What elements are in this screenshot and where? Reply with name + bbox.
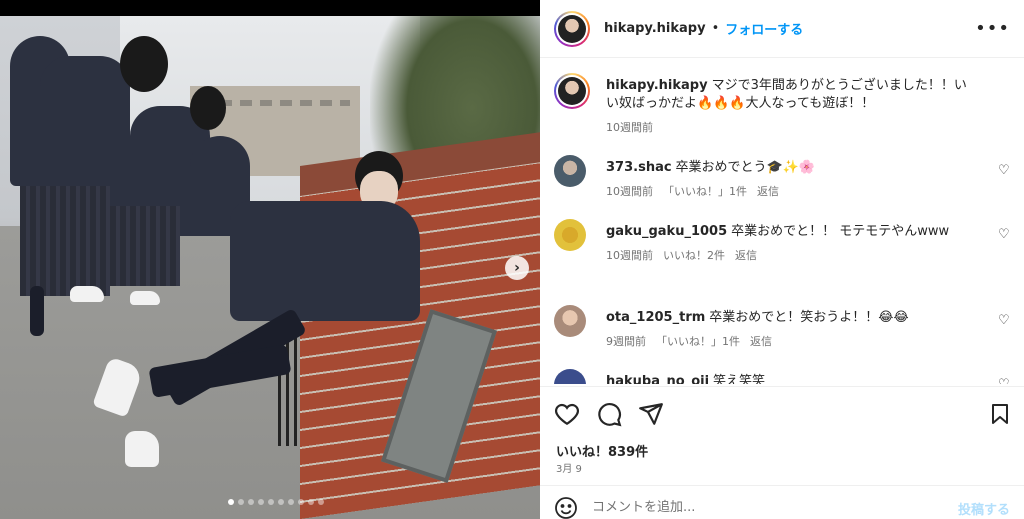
- instagram-post-modal: › hikapy.hikapy • フォローする ••• hikapy.hika…: [0, 0, 1024, 519]
- post-side-panel: hikapy.hikapy • フォローする ••• hikapy.hikapy…: [540, 0, 1024, 519]
- more-options-icon[interactable]: •••: [975, 18, 1010, 39]
- post-date[interactable]: 3月 9: [556, 460, 582, 475]
- emoji-smiley-icon[interactable]: [554, 496, 578, 519]
- comment-likes[interactable]: 「いいね！」1件: [663, 183, 747, 201]
- carousel-dot: [298, 499, 304, 505]
- comment-username[interactable]: ota_1205_trm: [606, 310, 705, 325]
- add-comment-input[interactable]: [592, 496, 922, 518]
- comment-time[interactable]: 9週間前: [606, 333, 646, 351]
- student-shoe: [130, 291, 160, 305]
- post-header: hikapy.hikapy • フォローする •••: [540, 0, 1024, 58]
- main-student-jacket: [230, 201, 420, 321]
- carousel-dot: [278, 499, 284, 505]
- header-separator: •: [711, 21, 720, 36]
- post-comment-button[interactable]: 投稿する: [958, 499, 1010, 518]
- caption-username[interactable]: hikapy.hikapy: [606, 78, 708, 93]
- add-comment-row: 投稿する: [540, 485, 1024, 519]
- carousel-next-button[interactable]: ›: [505, 256, 529, 280]
- commenter-avatar[interactable]: [554, 305, 586, 337]
- comment-username[interactable]: 373.shac: [606, 160, 672, 175]
- student-shoe: [70, 286, 104, 302]
- comment-text: 卒業おめでとう🎓✨🌸: [675, 160, 816, 175]
- comment-time[interactable]: 10週間前: [606, 183, 653, 201]
- student-head: [190, 86, 226, 130]
- carousel-dot: [228, 499, 234, 505]
- comment-meta: 10週間前 「いいね！」1件 返信: [606, 183, 976, 201]
- photo-canvas: [0, 16, 540, 519]
- student-leg: [30, 286, 44, 336]
- carousel-dot: [308, 499, 314, 505]
- comment-body: gaku_gaku_1005 卒業おめでと！！ モテモテやんwww 10週間前 い…: [606, 223, 976, 265]
- post-actions: いいね！839件 3月 9 投稿する: [540, 386, 1024, 519]
- caption-body: hikapy.hikapy マジで3年間ありがとうございました！！いい奴ばっかだよ…: [606, 77, 976, 137]
- comment-meta: 10週間前 いいね！2件 返信: [606, 247, 976, 265]
- commenter-avatar[interactable]: [554, 155, 586, 187]
- comments-list[interactable]: hikapy.hikapy マジで3年間ありがとうございました！！いい奴ばっかだよ…: [540, 59, 1024, 384]
- comment-time[interactable]: 10週間前: [606, 247, 653, 265]
- like-comment-heart-icon[interactable]: ♡: [998, 164, 1010, 177]
- commenter-avatar[interactable]: [554, 369, 586, 384]
- caption-avatar[interactable]: [554, 73, 590, 109]
- carousel-dot: [258, 499, 264, 505]
- student-skirt: [110, 206, 180, 286]
- carousel-dot: [288, 499, 294, 505]
- avatar-image: [558, 14, 586, 43]
- comment-likes[interactable]: いいね！2件: [663, 247, 725, 265]
- avatar-image: [558, 77, 586, 105]
- reply-button[interactable]: 返信: [750, 333, 772, 351]
- caption-meta: 10週間前: [606, 119, 976, 137]
- header-username[interactable]: hikapy.hikapy: [604, 21, 706, 36]
- carousel-dot: [318, 499, 324, 505]
- comment-bubble-icon[interactable]: [596, 401, 622, 427]
- comment-username[interactable]: gaku_gaku_1005: [606, 224, 727, 239]
- student-skirt: [20, 186, 110, 296]
- carousel-dot: [248, 499, 254, 505]
- commenter-avatar[interactable]: [554, 219, 586, 251]
- main-student-shoe: [125, 431, 159, 467]
- comment-text: 卒業おめでと！！ モテモテやんwww: [731, 224, 950, 239]
- comment-username[interactable]: hakuba_no_oji: [606, 374, 709, 384]
- follow-button[interactable]: フォローする: [725, 19, 803, 38]
- carousel-dot: [268, 499, 274, 505]
- student-head: [120, 36, 168, 92]
- carousel-dots: [228, 499, 324, 505]
- comment-body: ota_1205_trm 卒業おめでと！笑おうよ！！😂😂 9週間前 「いいね！」1…: [606, 309, 976, 351]
- comment-likes[interactable]: 「いいね！」1件: [656, 333, 740, 351]
- avatar-border: [556, 75, 588, 107]
- like-heart-icon[interactable]: [554, 401, 580, 427]
- comment-text: 卒業おめでと！笑おうよ！！😂😂: [709, 310, 909, 325]
- post-photo[interactable]: ›: [0, 0, 540, 519]
- like-comment-heart-icon[interactable]: ♡: [998, 228, 1010, 241]
- reply-button[interactable]: 返信: [757, 183, 779, 201]
- like-comment-heart-icon[interactable]: ♡: [998, 314, 1010, 327]
- reply-button[interactable]: 返信: [735, 247, 757, 265]
- save-bookmark-icon[interactable]: [988, 401, 1012, 427]
- share-paper-plane-icon[interactable]: [638, 401, 664, 427]
- like-comment-heart-icon[interactable]: ♡: [998, 378, 1010, 384]
- avatar-border: [556, 12, 588, 45]
- likes-count[interactable]: いいね！839件: [556, 441, 648, 460]
- action-icons: [554, 401, 664, 427]
- comment-text: 笑え笑笑: [713, 374, 766, 384]
- caption-time[interactable]: 10週間前: [606, 119, 653, 137]
- comment-body: hakuba_no_oji 笑え笑笑: [606, 373, 976, 384]
- comment-body: 373.shac 卒業おめでとう🎓✨🌸 10週間前 「いいね！」1件 返信: [606, 159, 976, 201]
- carousel-dot: [238, 499, 244, 505]
- comment-meta: 9週間前 「いいね！」1件 返信: [606, 333, 976, 351]
- avatar[interactable]: [554, 10, 590, 47]
